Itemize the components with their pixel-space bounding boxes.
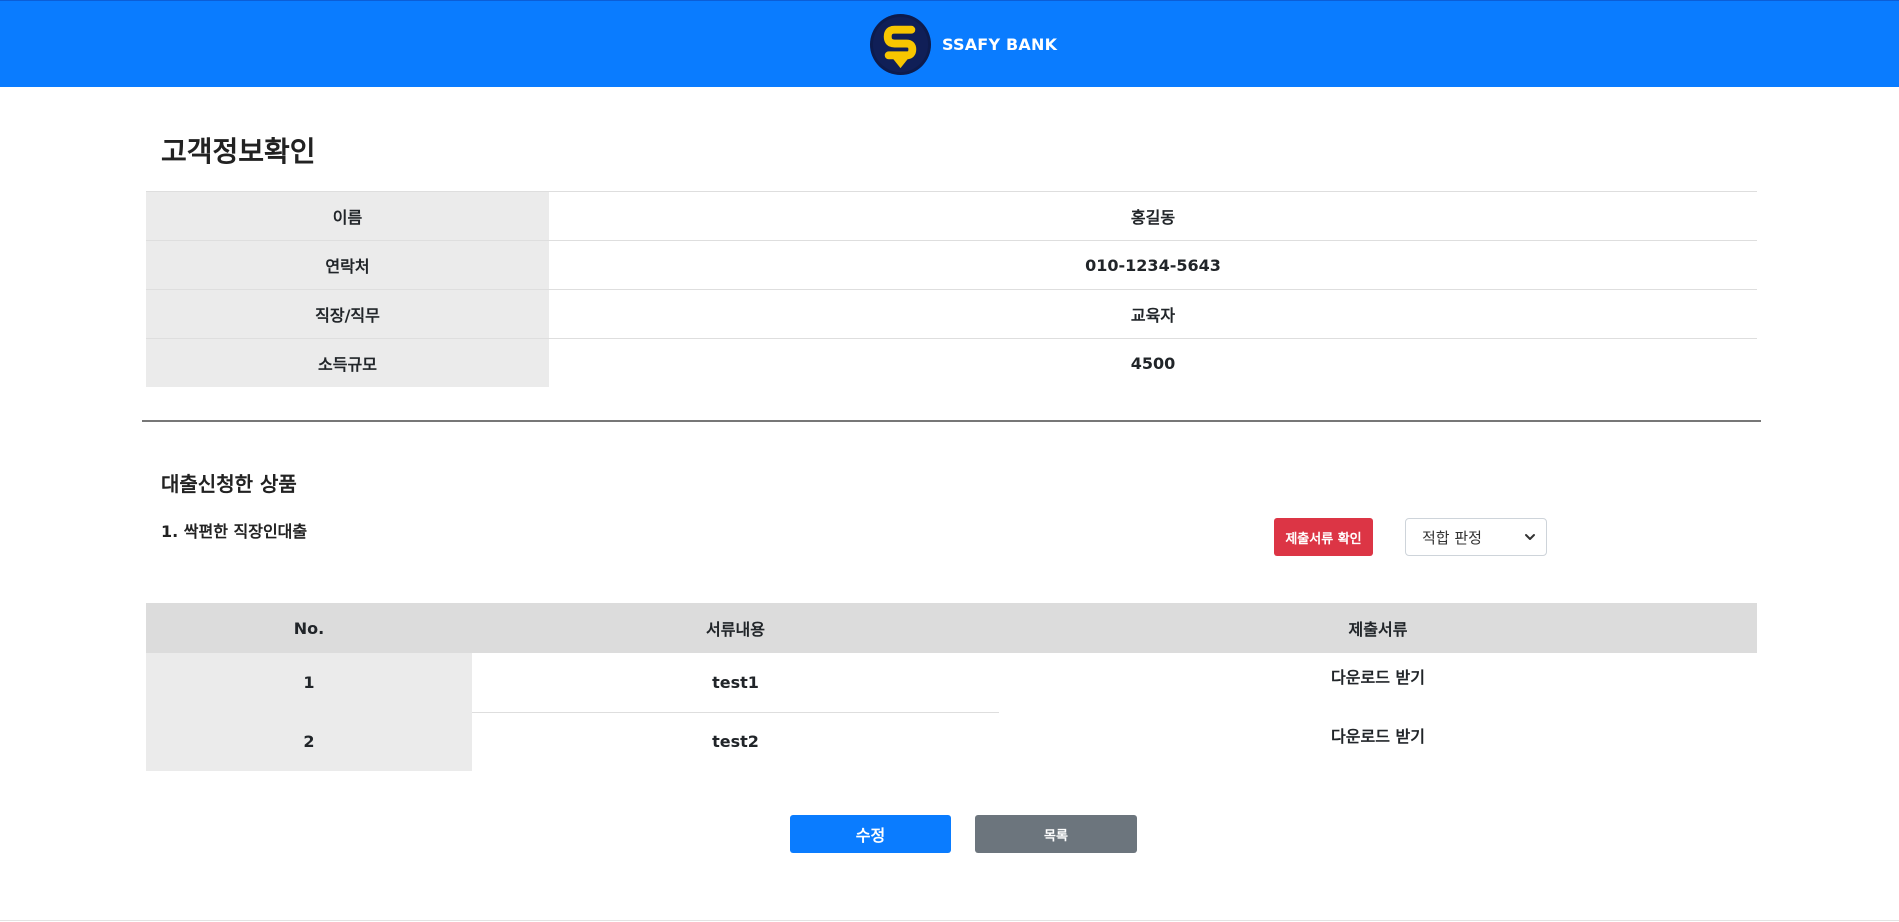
documents-header-row: No. 서류내용 제출서류 (146, 603, 1757, 653)
doc-content: test1 (472, 653, 999, 713)
edit-button[interactable]: 수정 (790, 815, 951, 853)
info-label: 이름 (146, 191, 549, 241)
info-row-job: 직장/직무 교육자 (146, 289, 1757, 339)
info-row-income: 소득규모 4500 (146, 338, 1757, 387)
judgement-selected-value: 적합 판정 (1422, 528, 1482, 547)
ssafy-logo-icon (869, 13, 932, 76)
info-value: 교육자 (549, 289, 1757, 339)
documents-table: No. 서류내용 제출서류 1 test1 다운로드 받기 2 test2 다운… (146, 603, 1757, 771)
judgement-select[interactable]: 적합 판정 (1405, 518, 1547, 556)
doc-content: test2 (472, 712, 999, 771)
header-content: 서류내용 (472, 603, 999, 653)
brand[interactable]: SSAFY BANK (869, 13, 1057, 76)
download-link[interactable]: 다운로드 받기 (999, 653, 1757, 712)
download-link[interactable]: 다운로드 받기 (999, 712, 1757, 771)
loan-product-name: 1. 싹편한 직장인대출 (161, 522, 308, 541)
check-documents-button[interactable]: 제출서류 확인 (1274, 518, 1373, 556)
info-value: 010-1234-5643 (549, 240, 1757, 290)
doc-no: 1 (146, 653, 472, 712)
doc-no: 2 (146, 712, 472, 771)
top-navbar: SSAFY BANK (0, 0, 1899, 87)
chevron-down-icon (1525, 534, 1535, 540)
info-label: 연락처 (146, 240, 549, 290)
customer-info-table: 이름 홍길동 연락처 010-1234-5643 직장/직무 교육자 소득규모 … (146, 191, 1757, 387)
table-row: 2 test2 다운로드 받기 (146, 712, 1757, 771)
info-row-name: 이름 홍길동 (146, 191, 1757, 241)
footer-divider (0, 920, 1899, 921)
info-label: 소득규모 (146, 338, 549, 387)
header-no: No. (146, 603, 472, 653)
section-divider (142, 420, 1761, 422)
page-title: 고객정보확인 (161, 135, 316, 168)
info-label: 직장/직무 (146, 289, 549, 339)
loan-section-title: 대출신청한 상품 (161, 472, 297, 496)
info-row-contact: 연락처 010-1234-5643 (146, 240, 1757, 290)
info-value: 홍길동 (549, 191, 1757, 241)
table-row: 1 test1 다운로드 받기 (146, 653, 1757, 713)
header-file: 제출서류 (999, 603, 1757, 653)
info-value: 4500 (549, 338, 1757, 387)
brand-name: SSAFY BANK (942, 35, 1058, 54)
list-button[interactable]: 목록 (975, 815, 1137, 853)
